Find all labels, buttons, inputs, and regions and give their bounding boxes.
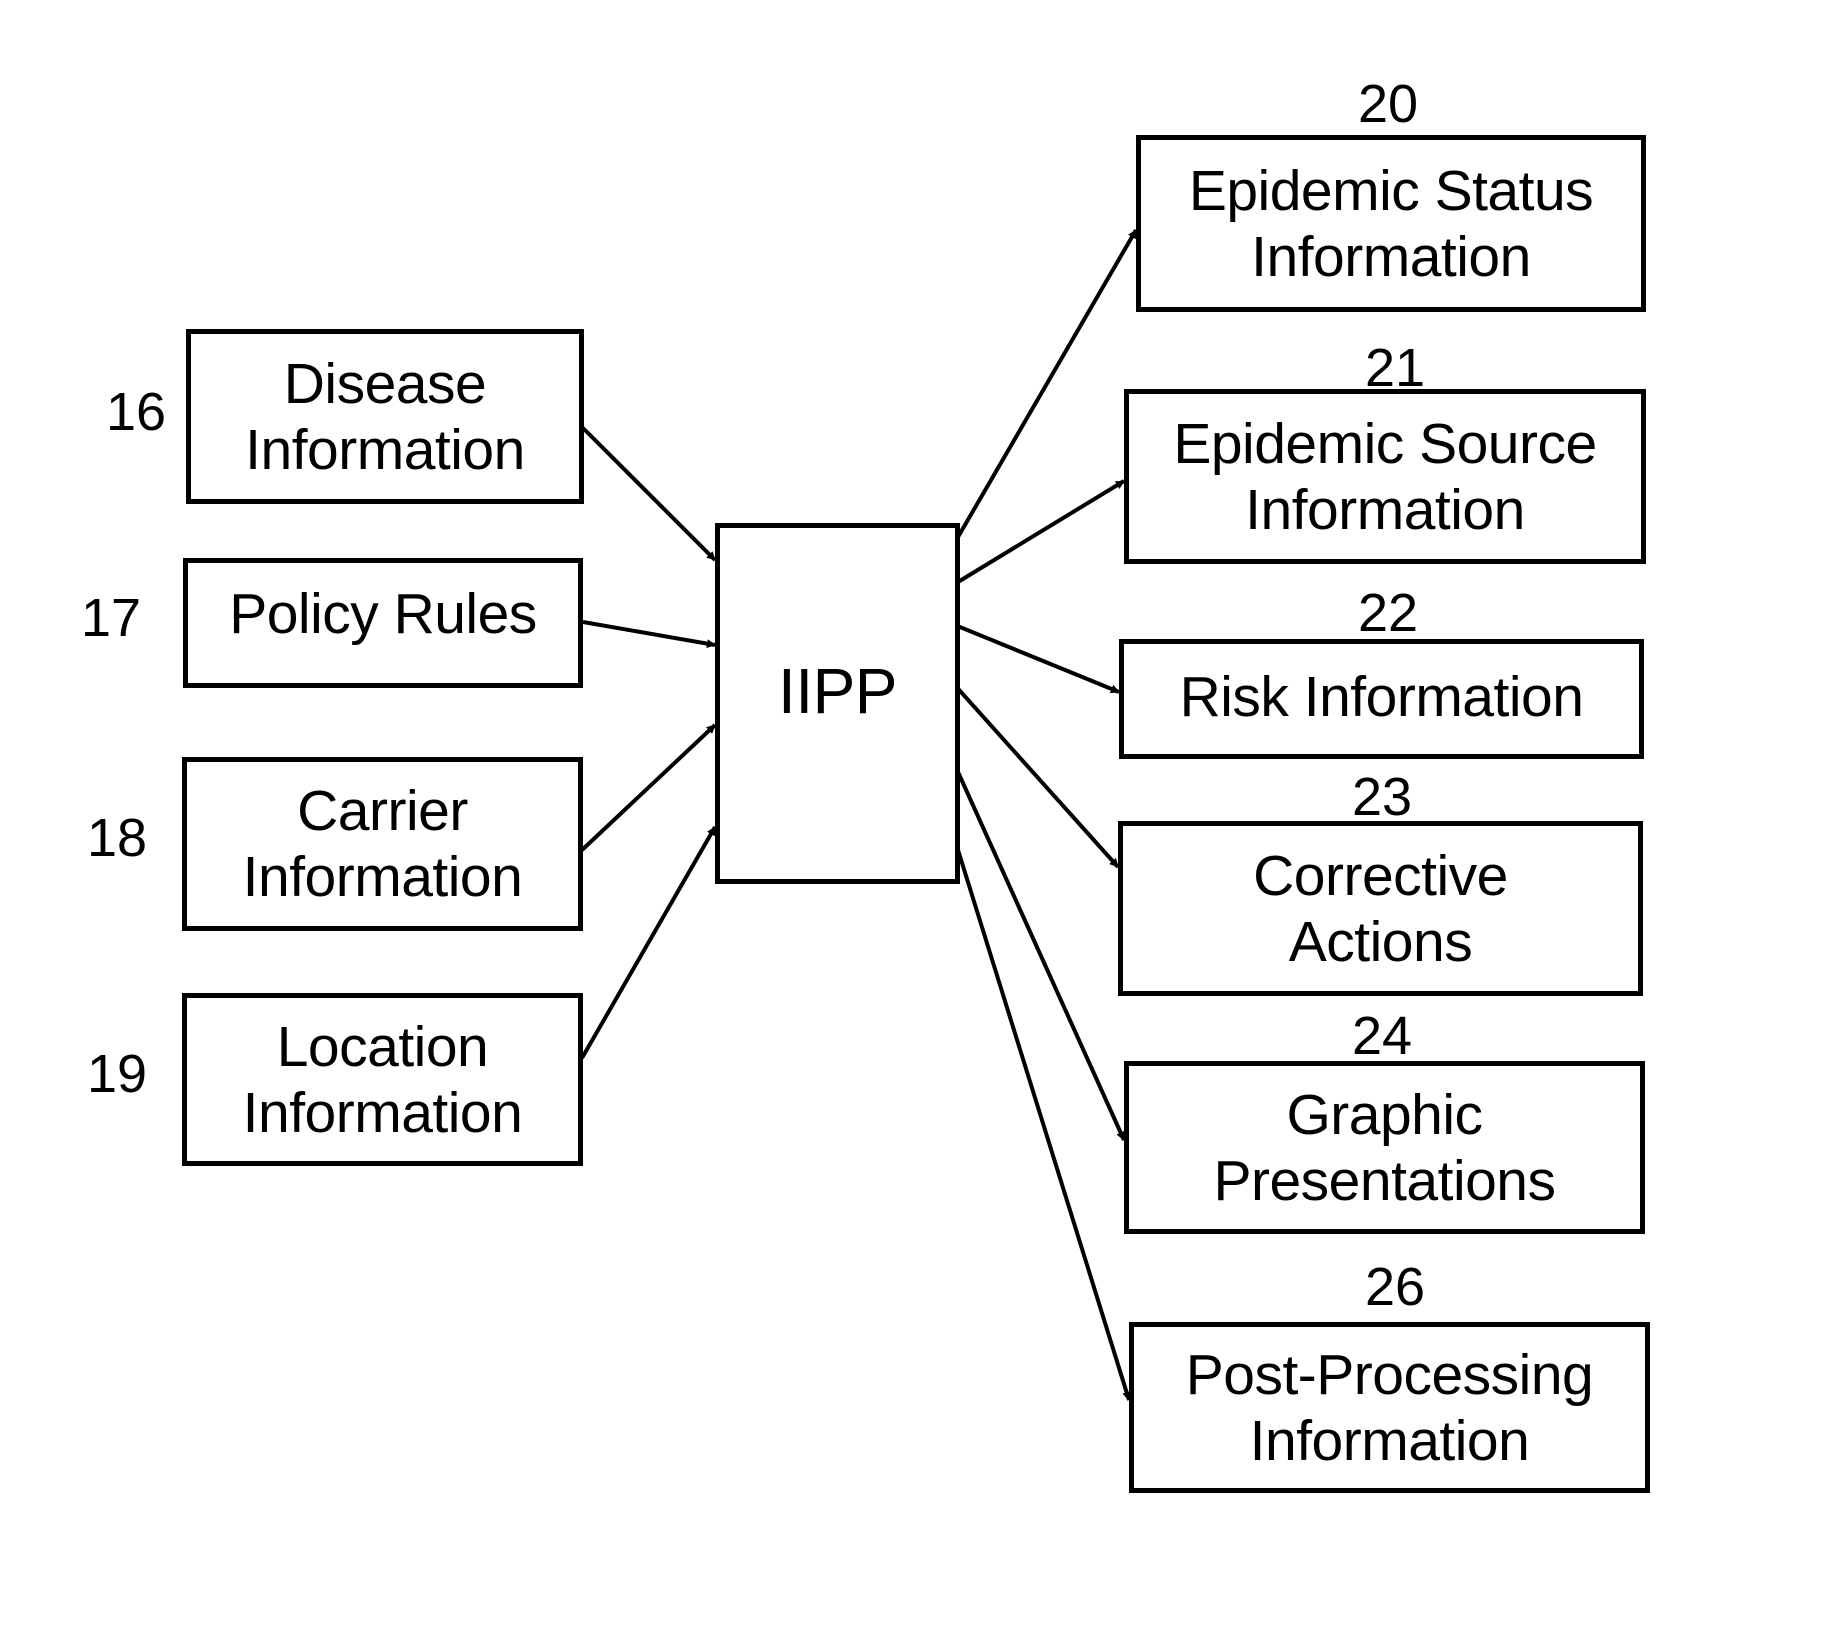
risk-information-label: Risk Information bbox=[1179, 665, 1584, 729]
arrow-iipp-to-risk bbox=[954, 623, 1120, 694]
policy-rules-box: Policy Rules bbox=[183, 558, 583, 688]
risk-information-box: Risk Information bbox=[1119, 639, 1644, 759]
ref-label-risk: 22 bbox=[1357, 583, 1419, 643]
ref-label-corrective: 23 bbox=[1351, 767, 1413, 827]
policy-rules-label: Policy Rules bbox=[229, 582, 537, 646]
arrow-disease-to-iipp bbox=[581, 426, 717, 562]
arrow-policy-to-iipp bbox=[582, 620, 716, 649]
ref-label-epidemic-source: 21 bbox=[1364, 338, 1426, 398]
arrow-iipp-to-corrective bbox=[950, 680, 1120, 869]
graphic-presentations-box: Graphic Presentations bbox=[1124, 1061, 1645, 1234]
epidemic-source-label: Epidemic Source Information bbox=[1173, 411, 1597, 542]
epidemic-source-box: Epidemic Source Information bbox=[1124, 389, 1646, 564]
location-information-box: Location Information bbox=[182, 993, 583, 1166]
ref-label-carrier: 18 bbox=[86, 808, 148, 868]
iipp-box: IIPP bbox=[715, 523, 960, 884]
carrier-information-label: Carrier Information bbox=[242, 779, 523, 909]
ref-label-policy: 17 bbox=[80, 588, 142, 648]
epidemic-status-box: Epidemic Status Information bbox=[1136, 135, 1646, 312]
disease-information-label: Disease Information bbox=[245, 351, 525, 482]
carrier-information-box: Carrier Information bbox=[182, 757, 583, 931]
epidemic-status-label: Epidemic Status Information bbox=[1188, 158, 1594, 289]
iipp-label: IIPP bbox=[778, 655, 897, 727]
arrow-carrier-to-iipp bbox=[580, 723, 717, 852]
arrow-iipp-to-graphic bbox=[956, 771, 1126, 1141]
ref-label-disease: 16 bbox=[105, 382, 167, 442]
disease-information-box: Disease Information bbox=[186, 329, 584, 504]
post-processing-box: Post-Processing Information bbox=[1129, 1322, 1650, 1493]
corrective-actions-box: Corrective Actions bbox=[1118, 821, 1643, 996]
ref-label-epidemic-status: 20 bbox=[1357, 74, 1419, 134]
post-processing-label: Post-Processing Information bbox=[1185, 1342, 1594, 1473]
ref-label-post-processing: 26 bbox=[1364, 1257, 1426, 1317]
graphic-presentations-label: Graphic Presentations bbox=[1213, 1082, 1556, 1213]
corrective-actions-label: Corrective Actions bbox=[1253, 843, 1508, 974]
ref-label-location: 19 bbox=[86, 1044, 148, 1104]
arrow-location-to-iipp bbox=[580, 826, 717, 1059]
arrow-iipp-to-post-processing bbox=[956, 849, 1131, 1401]
location-information-label: Location Information bbox=[242, 1014, 523, 1145]
ref-label-graphic: 24 bbox=[1351, 1006, 1413, 1066]
